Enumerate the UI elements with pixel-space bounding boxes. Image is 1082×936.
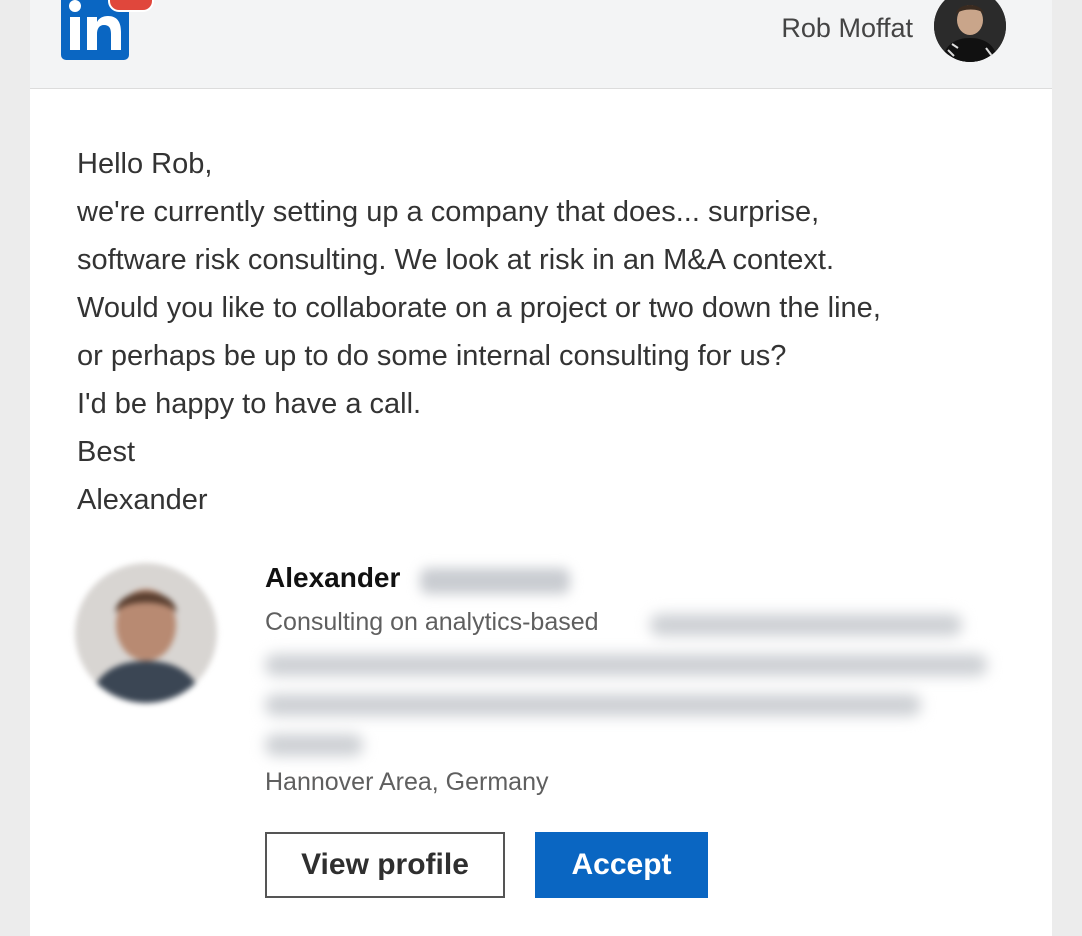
view-profile-button[interactable]: View profile: [265, 832, 505, 898]
current-user-name: Rob Moffat: [781, 13, 913, 43]
current-user-avatar[interactable]: [934, 0, 1006, 62]
message-line: software risk consulting. We look at ris…: [77, 244, 835, 276]
sender-location: Hannover Area, Germany: [265, 768, 549, 796]
accept-button[interactable]: Accept: [535, 832, 708, 898]
notification-badge[interactable]: [108, 0, 154, 12]
sender-headline: Consulting on analytics-based: [265, 608, 599, 636]
user-photo-icon: [934, 0, 1006, 62]
redacted-surname: [420, 568, 570, 594]
email-header: Rob Moffat: [30, 0, 1052, 89]
sender-name[interactable]: Alexander: [265, 562, 400, 594]
message-line: I'd be happy to have a call.: [77, 388, 422, 420]
sender-photo-icon: [75, 563, 217, 703]
message-line: Hello Rob,: [77, 148, 213, 180]
sender-avatar[interactable]: [75, 563, 217, 703]
message-line: we're currently setting up a company tha…: [77, 196, 820, 228]
invitation-card: Rob Moffat Hello Rob, we're currently se…: [30, 0, 1052, 936]
message-line: Alexander: [77, 484, 208, 516]
redacted-headline: [650, 614, 962, 636]
message-body: Hello Rob, we're currently setting up a …: [77, 140, 1037, 524]
redacted-headline: [265, 734, 363, 756]
message-line: Would you like to collaborate on a proje…: [77, 292, 881, 324]
redacted-headline: [265, 694, 921, 716]
redacted-headline: [265, 654, 987, 676]
message-line: or perhaps be up to do some internal con…: [77, 340, 787, 372]
message-line: Best: [77, 436, 136, 468]
